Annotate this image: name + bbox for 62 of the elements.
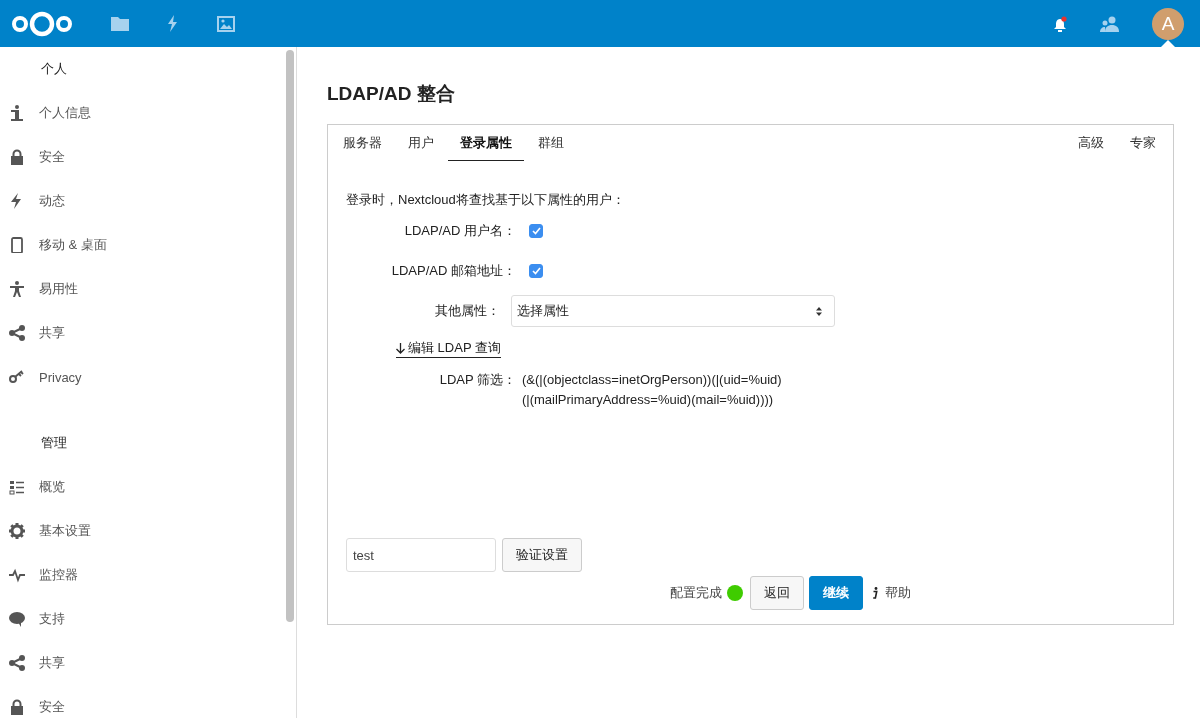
tab[interactable]: 专家 — [1118, 125, 1156, 161]
sidebar-item[interactable]: 概览 — [0, 465, 284, 509]
bell-icon[interactable] — [1052, 15, 1068, 32]
phone-icon — [9, 237, 25, 253]
share-icon — [9, 655, 25, 671]
list-icon — [9, 479, 25, 495]
logo-icon[interactable] — [11, 9, 73, 38]
edit-query-link[interactable]: 编辑 LDAP 查询 — [396, 339, 501, 358]
lock-icon — [9, 149, 25, 165]
menu-pointer — [1161, 40, 1175, 47]
info-icon — [9, 105, 25, 121]
field-label: LDAP/AD 用户名： — [403, 222, 517, 240]
checkbox[interactable] — [529, 264, 543, 278]
page-title: LDAP/AD 整合 — [327, 82, 456, 106]
pulse-icon — [9, 567, 25, 583]
scrollbar[interactable] — [284, 47, 297, 718]
sidebar-item[interactable]: 监控器 — [0, 553, 284, 597]
image-icon[interactable] — [217, 15, 235, 32]
sidebar-item[interactable]: Privacy — [0, 355, 284, 399]
verify-button[interactable]: 验证设置 — [502, 538, 582, 572]
sort-arrows-icon — [816, 306, 822, 316]
intro-text: 登录时，Nextcloud将查找基于以下属性的用户： — [346, 191, 626, 209]
field-label: 其他属性： — [434, 302, 501, 320]
filter-text: (&(|(objectclass=inetOrgPerson))(|(uid=%uid)(|(mailPrimaryAddress=%uid)(mail=%uid)))) — [522, 371, 783, 409]
help-link[interactable]: 帮助 — [872, 584, 911, 602]
share-icon — [9, 325, 25, 341]
tab[interactable]: 服务器 — [343, 125, 394, 161]
sidebar-item[interactable]: 安全 — [0, 135, 284, 179]
lightning-icon[interactable] — [167, 15, 179, 32]
sidebar-item[interactable]: 支持 — [0, 597, 284, 641]
sidebar-item[interactable]: 共享 — [0, 311, 284, 355]
test-input[interactable]: test — [346, 538, 496, 572]
contacts-icon[interactable] — [1100, 15, 1120, 32]
tab[interactable]: 群组 — [526, 125, 576, 161]
info-icon — [872, 587, 878, 599]
checkmark-icon — [531, 267, 541, 275]
sidebar-item[interactable]: 动态 — [0, 179, 284, 223]
section-heading: 管理 — [40, 434, 68, 452]
sidebar-item[interactable]: 共享 — [0, 641, 284, 685]
attribute-dropdown[interactable]: 选择属性 — [511, 295, 835, 327]
checkmark-icon — [531, 227, 541, 235]
down-arrow-icon — [396, 342, 405, 354]
status-text: 配置完成 — [670, 584, 722, 602]
sidebar-item[interactable]: 基本设置 — [0, 509, 284, 553]
folder-icon[interactable] — [111, 16, 129, 31]
gear-icon — [9, 523, 25, 539]
tab[interactable]: 登录属性 — [448, 125, 524, 161]
sidebar-item[interactable]: 移动 & 桌面 — [0, 223, 284, 267]
person-icon — [9, 281, 25, 297]
speech-bubble-icon — [9, 611, 25, 627]
lock-icon — [9, 699, 25, 715]
key-icon — [9, 369, 25, 385]
checkbox[interactable] — [529, 224, 543, 238]
sidebar-item[interactable]: 易用性 — [0, 267, 284, 311]
section-heading: 个人 — [40, 60, 68, 78]
back-button[interactable]: 返回 — [750, 576, 804, 610]
continue-button[interactable]: 继续 — [809, 576, 863, 610]
tab[interactable]: 用户 — [396, 125, 446, 161]
sidebar-item[interactable]: 安全 — [0, 685, 284, 718]
tab[interactable]: 高级 — [1066, 125, 1116, 161]
sidebar-item[interactable]: 个人信息 — [0, 91, 284, 135]
field-label: LDAP/AD 邮箱地址： — [390, 262, 517, 280]
